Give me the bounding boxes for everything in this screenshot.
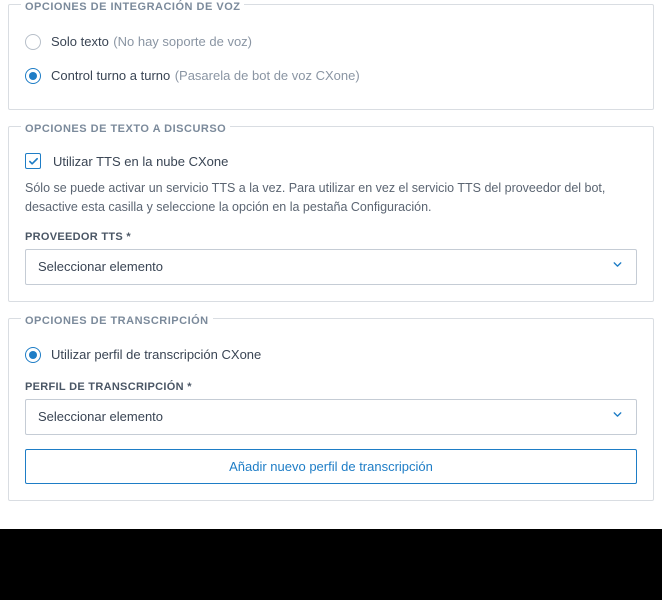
transcription-profile-value: Seleccionar elemento: [38, 409, 163, 424]
transcription-section: OPCIONES DE TRANSCRIPCIÓN Utilizar perfi…: [8, 318, 654, 501]
tts-help-text: Sólo se puede activar un servicio TTS a …: [25, 179, 637, 217]
radio-hint: (No hay soporte de voz): [113, 34, 252, 49]
radio-label-wrap: Solo texto (No hay soporte de voz): [51, 33, 252, 51]
tts-provider-value: Seleccionar elemento: [38, 259, 163, 274]
tts-cloud-checkbox-row[interactable]: Utilizar TTS en la nube CXone: [25, 147, 637, 179]
radio-turn-by-turn[interactable]: Control turno a turno (Pasarela de bot d…: [25, 59, 637, 93]
radio-icon: [25, 34, 41, 50]
tts-cloud-label: Utilizar TTS en la nube CXone: [53, 154, 228, 169]
transcription-body: Utilizar perfil de transcripción CXone P…: [25, 339, 637, 484]
radio-icon: [25, 347, 41, 363]
tts-body: Utilizar TTS en la nube CXone Sólo se pu…: [25, 147, 637, 285]
tts-title: OPCIONES DE TEXTO A DISCURSO: [21, 123, 230, 135]
chevron-down-icon: [611, 408, 624, 426]
tts-provider-label: PROVEEDOR TTS *: [25, 231, 637, 243]
check-icon: [28, 156, 39, 167]
transcription-profile-label: PERFIL DE TRANSCRIPCIÓN *: [25, 381, 637, 393]
voice-integration-section: OPCIONES DE INTEGRACIÓN DE VOZ Solo text…: [8, 4, 654, 110]
radio-hint: (Pasarela de bot de voz CXone): [175, 68, 360, 83]
tts-provider-select[interactable]: Seleccionar elemento: [25, 249, 637, 285]
voice-integration-body: Solo texto (No hay soporte de voz) Contr…: [25, 25, 637, 93]
radio-label: Solo texto: [51, 34, 109, 49]
tts-section: OPCIONES DE TEXTO A DISCURSO Utilizar TT…: [8, 126, 654, 302]
transcription-profile-select[interactable]: Seleccionar elemento: [25, 399, 637, 435]
voice-integration-title: OPCIONES DE INTEGRACIÓN DE VOZ: [21, 1, 244, 13]
spacer: [25, 371, 637, 381]
transcription-title: OPCIONES DE TRANSCRIPCIÓN: [21, 315, 213, 327]
checkbox-icon: [25, 153, 41, 169]
transcription-radio-label: Utilizar perfil de transcripción CXone: [51, 347, 261, 362]
radio-icon: [25, 68, 41, 84]
add-transcription-profile-button[interactable]: Añadir nuevo perfil de transcripción: [25, 449, 637, 484]
radio-label: Control turno a turno: [51, 68, 170, 83]
chevron-down-icon: [611, 258, 624, 276]
radio-text-only[interactable]: Solo texto (No hay soporte de voz): [25, 25, 637, 59]
settings-page: OPCIONES DE INTEGRACIÓN DE VOZ Solo text…: [0, 0, 662, 529]
transcription-profile-radio[interactable]: Utilizar perfil de transcripción CXone: [25, 339, 637, 371]
radio-label-wrap: Control turno a turno (Pasarela de bot d…: [51, 67, 360, 85]
